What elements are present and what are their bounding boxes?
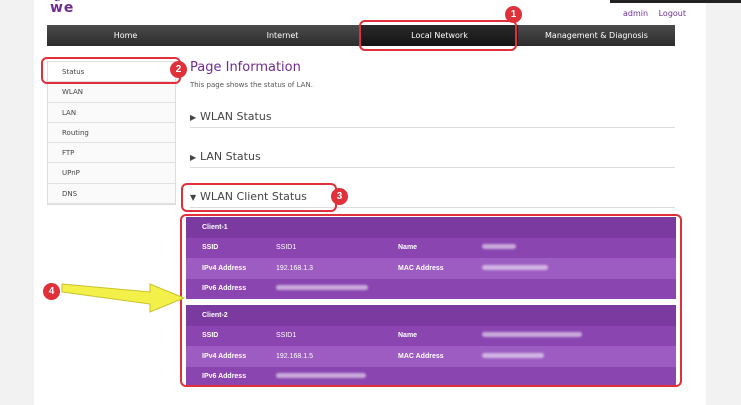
step-badge-4: 4: [43, 283, 60, 300]
sidebar-item-upnp[interactable]: UPnP: [48, 163, 175, 184]
user-links: admin Logout: [615, 9, 686, 18]
step-badge-3: 3: [331, 188, 348, 205]
sidebar-item-routing[interactable]: Routing: [48, 122, 175, 144]
sidebar-item-lan[interactable]: LAN: [48, 102, 175, 123]
pointer-arrow-icon: [61, 283, 186, 313]
highlight-wlan-client-status: [181, 183, 337, 212]
sidebar-item-dns[interactable]: DNS: [48, 183, 175, 205]
highlight-status: [41, 57, 181, 84]
page-description: This page shows the status of LAN.: [190, 81, 313, 89]
tab-internet[interactable]: Internet: [204, 25, 361, 46]
step-badge-2: 2: [170, 61, 187, 78]
highlight-client-tables: [180, 214, 682, 387]
section-wlan-status[interactable]: ▶ WLAN Status: [190, 108, 675, 128]
highlight-local-network: [359, 20, 517, 51]
step-badge-1: 1: [505, 6, 522, 23]
sidebar-item-wlan[interactable]: WLAN: [48, 82, 175, 103]
tab-management-diagnosis[interactable]: Management & Diagnosis: [518, 25, 675, 46]
logo: ℯwe: [50, 0, 74, 16]
main-content: Page Information This page shows the sta…: [190, 60, 675, 208]
section-label: LAN Status: [200, 150, 261, 163]
admin-link[interactable]: admin: [623, 9, 648, 18]
page-title: Page Information: [190, 60, 301, 75]
router-admin-screenshot: ℯwe admin Logout Home Internet Local Net…: [0, 0, 741, 405]
collapsed-arrow-icon: ▶: [190, 113, 197, 122]
header: ℯwe admin Logout: [34, 0, 706, 20]
logo-mark: ℯ: [54, 0, 63, 4]
section-label: WLAN Status: [200, 110, 272, 123]
tab-home[interactable]: Home: [47, 25, 204, 46]
sidebar-item-ftp[interactable]: FTP: [48, 143, 175, 164]
logout-link[interactable]: Logout: [659, 9, 686, 18]
section-lan-status[interactable]: ▶ LAN Status: [190, 148, 675, 168]
collapsed-arrow-icon: ▶: [190, 153, 197, 162]
